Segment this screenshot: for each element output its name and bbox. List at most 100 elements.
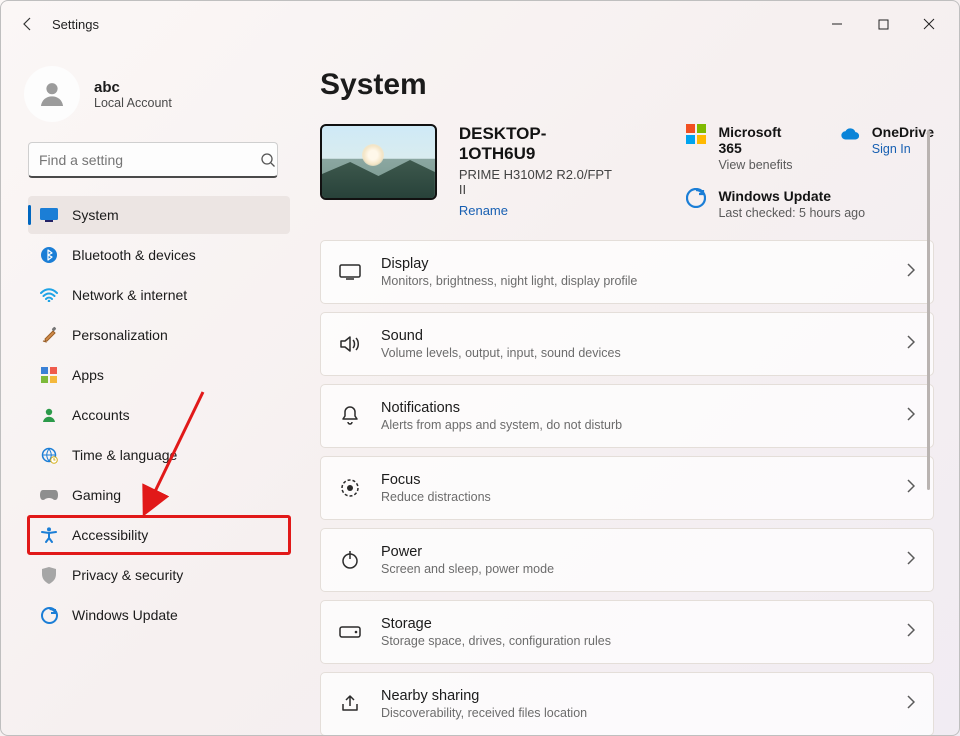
display-icon: [339, 261, 361, 283]
search-input[interactable]: [28, 142, 278, 178]
gamepad-icon: [40, 486, 58, 504]
chevron-right-icon: [907, 623, 915, 642]
sidebar-item-gaming[interactable]: Gaming: [28, 476, 290, 514]
shield-icon: [40, 566, 58, 584]
search-field[interactable]: [28, 142, 286, 178]
promo-title: Microsoft 365: [718, 124, 801, 156]
microsoft-icon: [686, 124, 706, 144]
card-title: Sound: [381, 328, 887, 344]
person-icon: [36, 78, 68, 110]
promo-m365[interactable]: Microsoft 365 View benefits: [686, 124, 801, 172]
power-icon: [339, 549, 361, 571]
share-icon: [339, 693, 361, 715]
monitor-icon: [40, 206, 58, 224]
focus-icon: [339, 477, 361, 499]
sidebar-item-accessibility[interactable]: Accessibility: [28, 516, 290, 554]
close-button[interactable]: [906, 8, 952, 40]
window-title: Settings: [52, 17, 99, 32]
close-icon: [923, 18, 935, 30]
sidebar-item-system[interactable]: System: [28, 196, 290, 234]
user-name: abc: [94, 79, 172, 96]
card-title: Nearby sharing: [381, 688, 887, 704]
settings-item-notifications[interactable]: Notifications Alerts from apps and system…: [320, 384, 934, 448]
minimize-icon: [831, 18, 843, 30]
card-subtitle: Storage space, drives, configuration rul…: [381, 634, 887, 648]
card-subtitle: Alerts from apps and system, do not dist…: [381, 418, 887, 432]
chevron-right-icon: [907, 695, 915, 714]
promo-onedrive[interactable]: OneDrive Sign In: [840, 124, 934, 172]
card-title: Notifications: [381, 400, 887, 416]
cloud-icon: [840, 124, 860, 144]
rename-link[interactable]: Rename: [459, 203, 508, 218]
promo-subtitle: Last checked: 5 hours ago: [718, 206, 865, 220]
sidebar: abc Local Account System Bluetooth & dev…: [20, 60, 290, 634]
arrow-left-icon: [20, 16, 36, 32]
wifi-icon: [40, 286, 58, 304]
device-hero: DESKTOP-1OTH6U9 PRIME H310M2 R2.0/FPT II…: [320, 124, 934, 220]
promo-title: OneDrive: [872, 124, 934, 140]
sidebar-item-label: Accounts: [72, 407, 130, 423]
device-model: PRIME H310M2 R2.0/FPT II: [459, 167, 619, 197]
device-name: DESKTOP-1OTH6U9: [459, 124, 619, 164]
settings-item-display[interactable]: Display Monitors, brightness, night light…: [320, 240, 934, 304]
sidebar-item-label: Windows Update: [72, 607, 178, 623]
sidebar-item-privacy[interactable]: Privacy & security: [28, 556, 290, 594]
scrollbar[interactable]: [927, 130, 930, 490]
card-subtitle: Discoverability, received files location: [381, 706, 887, 720]
settings-item-focus[interactable]: Focus Reduce distractions: [320, 456, 934, 520]
settings-item-power[interactable]: PowerScreen and sleep, power mode: [320, 528, 934, 592]
card-title: Display: [381, 256, 887, 272]
storage-icon: [339, 621, 361, 643]
card-subtitle: Volume levels, output, input, sound devi…: [381, 346, 887, 360]
minimize-button[interactable]: [814, 8, 860, 40]
chevron-right-icon: [907, 407, 915, 426]
desktop-preview: [320, 124, 437, 200]
account-header[interactable]: abc Local Account: [20, 60, 290, 142]
sidebar-item-label: Apps: [72, 367, 104, 383]
card-subtitle: Monitors, brightness, night light, displ…: [381, 274, 887, 288]
user-subtitle: Local Account: [94, 96, 172, 110]
maximize-button[interactable]: [860, 8, 906, 40]
sidebar-item-label: Bluetooth & devices: [72, 247, 196, 263]
back-button[interactable]: [8, 0, 48, 48]
sidebar-item-bluetooth[interactable]: Bluetooth & devices: [28, 236, 290, 274]
card-subtitle: Reduce distractions: [381, 490, 887, 504]
sidebar-item-windows-update[interactable]: Windows Update: [28, 596, 290, 634]
sound-icon: [339, 333, 361, 355]
sidebar-item-personalization[interactable]: Personalization: [28, 316, 290, 354]
maximize-icon: [878, 19, 889, 30]
chevron-right-icon: [907, 263, 915, 282]
sidebar-item-label: Time & language: [72, 447, 177, 463]
settings-item-storage[interactable]: Storage Storage space, drives, configurat…: [320, 600, 934, 664]
person-icon: [40, 406, 58, 424]
settings-list: Display Monitors, brightness, night light…: [320, 240, 934, 736]
sidebar-item-network[interactable]: Network & internet: [28, 276, 290, 314]
sidebar-item-label: Privacy & security: [72, 567, 183, 583]
bell-icon: [339, 405, 361, 427]
card-title: Focus: [381, 472, 887, 488]
search-icon: [260, 152, 276, 168]
promo-title: Windows Update: [718, 188, 865, 204]
settings-item-sound[interactable]: Sound Volume levels, output, input, sound…: [320, 312, 934, 376]
bluetooth-icon: [40, 246, 58, 264]
sidebar-item-label: Gaming: [72, 487, 121, 503]
card-title: Storage: [381, 616, 887, 632]
chevron-right-icon: [907, 335, 915, 354]
sidebar-item-accounts[interactable]: Accounts: [28, 396, 290, 434]
avatar: [24, 66, 80, 122]
sidebar-item-label: Accessibility: [72, 527, 148, 543]
sidebar-item-apps[interactable]: Apps: [28, 356, 290, 394]
promo-update[interactable]: Windows Update Last checked: 5 hours ago: [686, 188, 934, 220]
sidebar-item-label: System: [72, 207, 119, 223]
update-icon: [686, 188, 706, 208]
promo-subtitle: View benefits: [718, 158, 801, 172]
sidebar-item-label: Personalization: [72, 327, 168, 343]
brush-icon: [40, 326, 58, 344]
settings-item-nearby-sharing[interactable]: Nearby sharing Discoverability, received …: [320, 672, 934, 736]
sidebar-item-time-language[interactable]: Time & language: [28, 436, 290, 474]
main-content: System DESKTOP-1OTH6U9 PRIME H310M2 R2.0…: [320, 60, 934, 728]
page-title: System: [320, 68, 934, 102]
apps-icon: [40, 366, 58, 384]
update-icon: [40, 606, 58, 624]
accessibility-icon: [40, 526, 58, 544]
